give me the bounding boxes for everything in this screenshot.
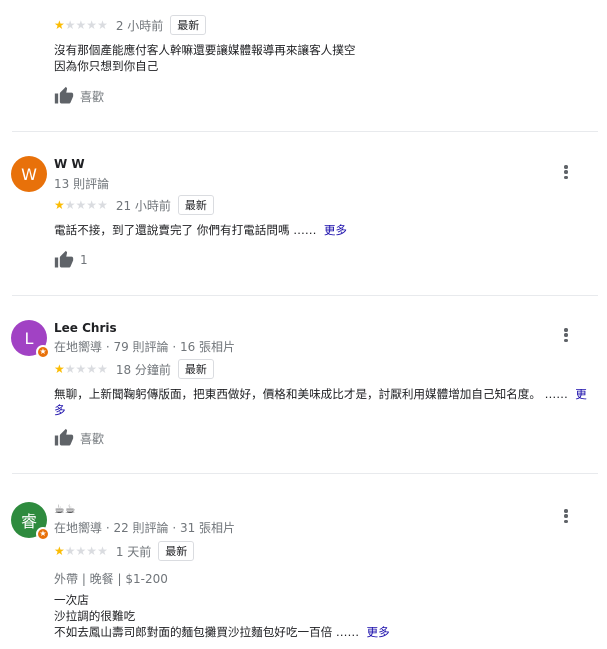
new-badge: 最新 bbox=[170, 15, 207, 35]
like-button[interactable]: 喜歡 bbox=[54, 428, 104, 448]
reviewer-meta: 13 則評論 bbox=[54, 177, 110, 191]
like-count: 1 bbox=[80, 253, 88, 267]
avatar[interactable]: W bbox=[11, 156, 47, 192]
review-text-content: 電話不接，到了還說賣完了 你們有打電話問嗎 …… bbox=[54, 223, 317, 237]
rating-row: ★★★★★ 1 天前 最新 bbox=[54, 541, 195, 561]
review-time: 2 小時前 bbox=[115, 18, 164, 33]
review-time: 18 分鐘前 bbox=[115, 362, 171, 377]
star-rating: ★★★★★ bbox=[54, 362, 108, 376]
star-icon: ★ bbox=[54, 18, 65, 32]
reviewer-meta: 在地嚮導 · 22 則評論 · 31 張相片 bbox=[54, 521, 236, 535]
review-time: 21 小時前 bbox=[115, 198, 171, 213]
local-guide-icon: ★ bbox=[36, 345, 50, 359]
new-badge: 最新 bbox=[158, 541, 195, 561]
thumbs-up-icon bbox=[54, 428, 74, 446]
rating-row: ★★★★★ 18 分鐘前 最新 bbox=[54, 359, 214, 379]
star-icon: ★ bbox=[75, 18, 87, 32]
star-icon: ★ bbox=[86, 18, 98, 32]
avatar[interactable]: 睿 ★ bbox=[11, 502, 50, 541]
review-text: 電話不接，到了還說賣完了 你們有打電話問嗎 …… 更多 bbox=[54, 222, 594, 238]
review-time: 1 天前 bbox=[115, 544, 152, 559]
reviewer-name[interactable]: W W bbox=[54, 157, 85, 171]
review-text-line: 不如去鳳山壽司郎對面的麵包攤買沙拉麵包好吃一百倍 …… bbox=[54, 625, 360, 639]
thumbs-up-icon bbox=[54, 86, 74, 104]
star-icon: ★ bbox=[97, 362, 108, 376]
divider bbox=[12, 295, 598, 296]
star-rating: ★★★★★ bbox=[54, 198, 108, 212]
review-text: 一次店 沙拉調的很難吃 不如去鳳山壽司郎對面的麵包攤買沙拉麵包好吃一百倍 …… … bbox=[54, 592, 594, 640]
star-icon: ★ bbox=[75, 362, 87, 376]
avatar[interactable]: L ★ bbox=[11, 320, 50, 359]
new-badge: 最新 bbox=[177, 359, 214, 379]
review-text-content: 無聊，上新聞鞠躬傳版面，把東西做好，價格和美味成比才是，討厭利用媒體增加自己知名… bbox=[54, 387, 568, 401]
star-icon: ★ bbox=[97, 544, 108, 558]
reviewer-meta: 在地嚮導 · 79 則評論 · 16 張相片 bbox=[54, 340, 236, 354]
more-vert-icon[interactable] bbox=[558, 507, 574, 525]
like-button[interactable]: 喜歡 bbox=[54, 86, 104, 106]
thumbs-up-icon bbox=[54, 250, 74, 268]
star-icon: ★ bbox=[54, 362, 65, 376]
star-icon: ★ bbox=[64, 18, 76, 32]
new-badge: 最新 bbox=[177, 195, 214, 215]
review-text-line: 沒有那個產能應付客人幹嘛還要讓媒體報導再來讓客人撲空 bbox=[54, 43, 356, 57]
more-link[interactable]: 更多 bbox=[367, 625, 390, 639]
rating-row: ★★★★★ 21 小時前 最新 bbox=[54, 195, 214, 215]
review-text: 無聊，上新聞鞠躬傳版面，把東西做好，價格和美味成比才是，討厭利用媒體增加自己知名… bbox=[54, 386, 594, 418]
like-label: 喜歡 bbox=[80, 89, 105, 104]
more-vert-icon[interactable] bbox=[558, 163, 574, 181]
review-text-line: 因為你只想到你自己 bbox=[54, 59, 159, 73]
star-icon: ★ bbox=[86, 362, 98, 376]
more-vert-icon[interactable] bbox=[558, 326, 574, 344]
divider bbox=[12, 131, 598, 132]
avatar-letter: W bbox=[21, 164, 37, 184]
like-button[interactable]: 1 bbox=[54, 250, 88, 270]
star-icon: ★ bbox=[75, 544, 87, 558]
star-icon: ★ bbox=[97, 198, 108, 212]
star-icon: ★ bbox=[86, 544, 98, 558]
star-rating: ★★★★★ bbox=[54, 18, 108, 32]
star-rating: ★★★★★ bbox=[54, 544, 108, 558]
more-link[interactable]: 更多 bbox=[324, 223, 347, 237]
divider bbox=[12, 473, 598, 474]
star-icon: ★ bbox=[64, 544, 76, 558]
star-icon: ★ bbox=[97, 18, 108, 32]
reviewer-name[interactable]: ☕☕ bbox=[54, 502, 76, 516]
star-icon: ★ bbox=[64, 362, 76, 376]
star-icon: ★ bbox=[75, 198, 87, 212]
reviewer-name[interactable]: Lee Chris bbox=[54, 321, 117, 335]
avatar-letter: 睿 bbox=[20, 512, 37, 531]
like-label: 喜歡 bbox=[80, 431, 105, 446]
star-icon: ★ bbox=[86, 198, 98, 212]
review-text: 沒有那個產能應付客人幹嘛還要讓媒體報導再來讓客人撲空 因為你只想到你自己 bbox=[54, 42, 594, 74]
rating-row: ★★★★★ 2 小時前 最新 bbox=[54, 15, 207, 35]
star-icon: ★ bbox=[64, 198, 76, 212]
avatar-letter: L bbox=[24, 328, 34, 348]
review-text-line: 一次店 bbox=[54, 593, 89, 607]
review-text-line: 沙拉調的很難吃 bbox=[54, 609, 136, 623]
star-icon: ★ bbox=[54, 544, 65, 558]
star-icon: ★ bbox=[54, 198, 65, 212]
local-guide-icon: ★ bbox=[36, 527, 50, 541]
review-tags: 外帶 | 晚餐 | $1-200 bbox=[54, 572, 168, 586]
